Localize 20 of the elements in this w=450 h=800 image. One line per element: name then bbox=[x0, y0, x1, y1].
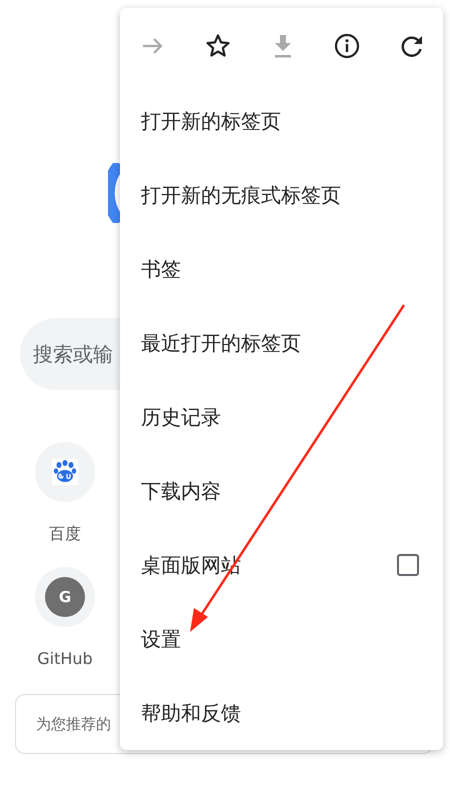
info-icon bbox=[334, 33, 360, 59]
menu-item[interactable]: 历史记录 bbox=[120, 380, 443, 454]
shortcut-label: 百度 bbox=[49, 524, 81, 545]
site-letter-icon: G bbox=[45, 577, 85, 617]
card-title: 为您推荐的 bbox=[36, 714, 111, 734]
star-button[interactable] bbox=[204, 33, 231, 59]
menu-item[interactable]: 下载内容 bbox=[120, 454, 443, 528]
star-icon bbox=[204, 33, 231, 59]
menu-item[interactable]: 设置 bbox=[120, 602, 443, 676]
menu-item[interactable]: 最近打开的标签页 bbox=[120, 306, 443, 380]
logo-icon bbox=[108, 163, 121, 223]
menu-item[interactable]: 打开新的无痕式标签页 bbox=[120, 158, 443, 232]
paw-icon bbox=[52, 459, 78, 485]
checkbox[interactable] bbox=[397, 554, 419, 576]
info-button[interactable] bbox=[334, 33, 360, 59]
menu-item[interactable]: 帮助和反馈 bbox=[120, 676, 443, 750]
shortcut-label: GitHub bbox=[37, 649, 93, 668]
shortcut-tile[interactable]: G bbox=[35, 567, 95, 627]
menu-item[interactable]: 书签 bbox=[120, 232, 443, 306]
menu-item[interactable]: 打开新的标签页 bbox=[120, 84, 443, 158]
